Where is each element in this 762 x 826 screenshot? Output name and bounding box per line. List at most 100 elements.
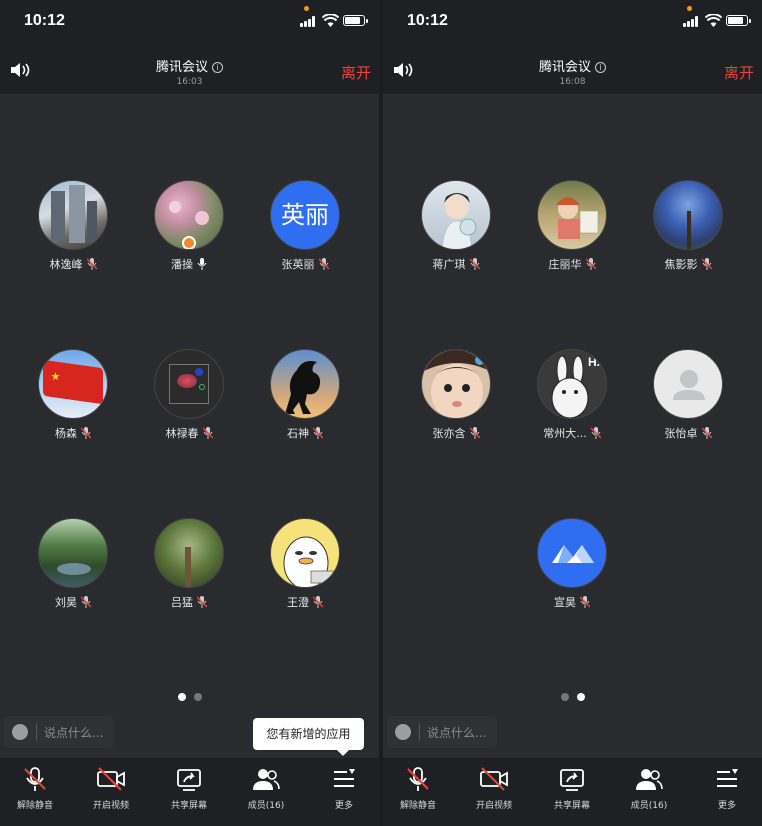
participant-tile[interactable]: 杨森 <box>18 349 128 441</box>
avatar <box>270 349 340 419</box>
participant-tile[interactable]: 英丽 张英丽 <box>250 180 360 272</box>
participant-name: 常州大... <box>543 427 587 440</box>
more-button[interactable]: 更多 <box>309 766 379 811</box>
avatar: 英丽 <box>270 180 340 250</box>
start-video-label: 开启视频 <box>92 801 129 811</box>
wifi-icon <box>322 14 339 27</box>
members-button[interactable]: 成员(16) <box>231 766 301 811</box>
meeting-title[interactable]: 腾讯会议 i <box>0 56 379 75</box>
page-dot-2[interactable] <box>576 693 585 701</box>
participant-tile[interactable]: 王澄 <box>250 518 360 610</box>
participant-name: 林逸峰 <box>49 258 83 271</box>
participant-name: 吕猛 <box>171 596 193 609</box>
participant-tile[interactable]: 庄丽华 <box>517 180 627 272</box>
avatar <box>653 349 723 419</box>
participant-tile[interactable]: 潘操 <box>134 180 244 272</box>
more-label: 更多 <box>717 801 736 811</box>
cellular-signal-icon <box>683 16 701 27</box>
avatar <box>38 518 108 588</box>
status-time: 10:12 <box>407 12 448 29</box>
participant-name: 蒋广琪 <box>432 258 466 271</box>
page-indicator[interactable] <box>0 686 379 705</box>
avatar: H. <box>537 349 607 419</box>
page-dot-1[interactable] <box>177 693 186 701</box>
page-dot-1[interactable] <box>560 693 569 701</box>
video-off-icon <box>97 767 125 791</box>
avatar <box>270 518 340 588</box>
participant-tile[interactable]: 宣昊 <box>517 518 627 610</box>
meeting-duration: 16:08 <box>559 77 586 87</box>
participant-name: 宣昊 <box>554 596 576 609</box>
participant-tile[interactable]: 焦影影 <box>633 180 743 272</box>
mic-muted-icon <box>86 258 97 270</box>
participant-tile[interactable]: 蒋广琪 <box>401 180 511 272</box>
meeting-title[interactable]: 腾讯会议 i <box>383 56 762 75</box>
avatar <box>537 180 607 250</box>
participant-name: 林禄春 <box>165 427 199 440</box>
participant-name: 张亦含 <box>432 427 466 440</box>
info-icon[interactable]: i <box>212 62 223 73</box>
video-off-icon <box>480 767 508 791</box>
share-screen-icon <box>560 769 584 791</box>
chat-input[interactable]: 说点什么... <box>387 716 497 748</box>
more-button[interactable]: 更多 <box>692 766 762 811</box>
share-screen-button[interactable]: 共享屏幕 <box>154 766 224 811</box>
members-label: 成员(16) <box>630 801 668 811</box>
share-screen-button[interactable]: 共享屏幕 <box>537 766 607 811</box>
avatar <box>421 349 491 419</box>
wifi-icon <box>705 14 722 27</box>
participant-tile[interactable]: 刘昊 <box>18 518 128 610</box>
members-label: 成员(16) <box>247 801 285 811</box>
cellular-signal-icon <box>300 16 318 27</box>
mic-muted-icon <box>81 427 91 439</box>
mic-muted-icon <box>197 596 207 608</box>
meeting-duration: 16:03 <box>176 77 203 87</box>
participant-tile[interactable]: 张怡卓 <box>633 349 743 441</box>
leave-button[interactable]: 离开 <box>724 62 754 83</box>
mic-on-icon <box>197 258 207 270</box>
participant-tile[interactable]: H. 常州大... <box>517 349 627 441</box>
participant-tile[interactable]: 石神 <box>250 349 360 441</box>
participant-name: 潘操 <box>171 258 193 271</box>
mic-muted-icon <box>469 258 480 270</box>
share-screen-label: 共享屏幕 <box>170 801 207 811</box>
divider <box>419 723 420 741</box>
mic-muted-icon <box>580 596 590 608</box>
unmute-button[interactable]: 解除静音 <box>0 766 70 811</box>
chat-placeholder: 说点什么... <box>44 726 104 740</box>
members-button[interactable]: 成员(16) <box>614 766 684 811</box>
chat-placeholder: 说点什么... <box>427 726 487 740</box>
start-video-label: 开启视频 <box>475 801 512 811</box>
status-bar: 10:12 <box>383 0 762 44</box>
emoji-icon[interactable] <box>395 724 411 740</box>
participant-tile[interactable]: 林逸峰 <box>18 180 128 272</box>
mic-muted-icon <box>318 258 329 270</box>
members-icon <box>636 769 663 790</box>
leave-button[interactable]: 离开 <box>341 62 371 83</box>
emoji-icon[interactable] <box>12 724 28 740</box>
page-dot-2[interactable] <box>193 693 202 701</box>
privacy-indicator-dot <box>304 6 309 11</box>
mic-muted-icon <box>202 427 213 439</box>
participant-name: 杨森 <box>55 427 77 440</box>
page-indicator[interactable] <box>383 686 762 705</box>
start-video-button[interactable]: 开启视频 <box>459 766 529 811</box>
more-label: 更多 <box>334 801 353 811</box>
mic-muted-icon <box>81 596 91 608</box>
unmute-label: 解除静音 <box>16 801 53 811</box>
new-app-tooltip[interactable]: 您有新增的应用 <box>253 718 364 756</box>
battery-icon <box>343 15 368 26</box>
participant-tile[interactable]: 吕猛 <box>134 518 244 610</box>
info-icon[interactable]: i <box>595 62 606 73</box>
unmute-button[interactable]: 解除静音 <box>383 766 453 811</box>
members-icon <box>253 769 280 790</box>
participant-name: 张英丽 <box>281 258 315 271</box>
start-video-button[interactable]: 开启视频 <box>76 766 146 811</box>
participant-tile[interactable]: 张亦含 <box>401 349 511 441</box>
mic-muted-icon <box>313 427 323 439</box>
participant-tile[interactable]: 林禄春 <box>134 349 244 441</box>
participant-name: 王澄 <box>287 596 309 609</box>
meeting-screen-left: 10:12 腾讯会议 i 16:03 离开 林逸峰 潘操 英丽 张英丽 杨森 林… <box>0 0 379 826</box>
chat-input[interactable]: 说点什么... <box>4 716 114 748</box>
share-screen-label: 共享屏幕 <box>553 801 590 811</box>
